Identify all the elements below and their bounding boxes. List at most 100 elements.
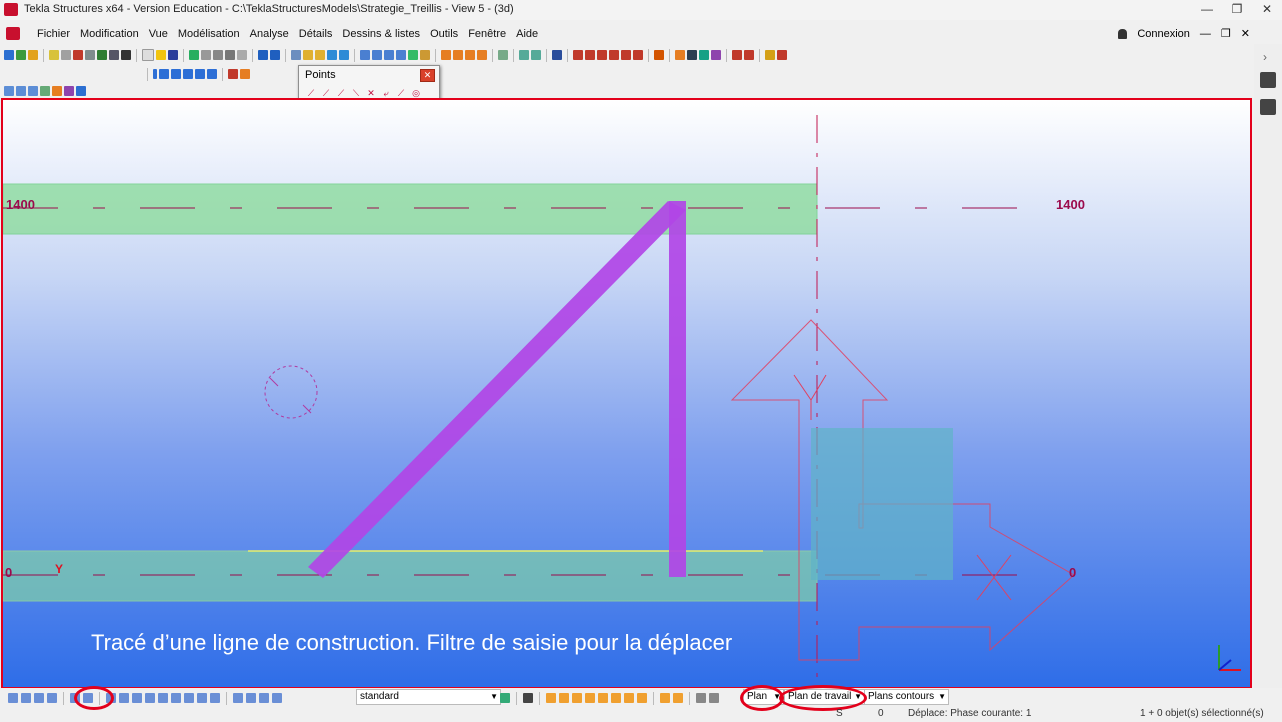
doc-close-button[interactable]: ✕ xyxy=(1241,27,1250,40)
model-view-3d[interactable]: 1400 1400 0 0 Y Tracé d’une ligne de con… xyxy=(1,98,1252,689)
lock-icon[interactable] xyxy=(765,50,775,60)
applications-icon[interactable] xyxy=(732,50,742,60)
curved-beam-icon[interactable] xyxy=(183,69,193,79)
catalog-icon[interactable] xyxy=(711,50,721,60)
drawing-icon[interactable] xyxy=(408,50,418,60)
share-icon[interactable] xyxy=(189,50,199,60)
mirror-icon[interactable] xyxy=(327,50,337,60)
dim2-icon[interactable] xyxy=(585,50,595,60)
model-canvas[interactable]: 1400 1400 0 0 Y Tracé d’une ligne de con… xyxy=(3,100,1250,687)
analysis-icon[interactable] xyxy=(498,50,508,60)
menu-fichier[interactable]: Fichier xyxy=(32,28,75,40)
ortho-icon[interactable] xyxy=(696,693,706,703)
polybeam-icon[interactable] xyxy=(171,69,181,79)
save-icon[interactable] xyxy=(168,50,178,60)
convert-icon[interactable] xyxy=(675,50,685,60)
snap-mid-icon[interactable] xyxy=(585,693,595,703)
select-parts-icon[interactable] xyxy=(16,86,26,96)
tekla-menu-icon[interactable] xyxy=(6,27,20,40)
select-bolts-icon[interactable] xyxy=(64,86,74,96)
bolt-steel-icon[interactable] xyxy=(228,69,238,79)
select-mode2-icon[interactable] xyxy=(21,693,31,703)
undo-icon[interactable] xyxy=(258,50,268,60)
menu-analyse[interactable]: Analyse xyxy=(245,28,294,40)
snap-icon[interactable] xyxy=(519,50,529,60)
inquire-icon[interactable] xyxy=(291,50,301,60)
select-views-icon[interactable] xyxy=(233,693,243,703)
applications-pane-icon[interactable] xyxy=(1260,99,1276,115)
menu-modelisation[interactable]: Modélisation xyxy=(173,28,245,40)
menu-vue[interactable]: Vue xyxy=(144,28,173,40)
numbering-icon[interactable] xyxy=(441,50,451,60)
select-assembly-icon[interactable] xyxy=(259,693,269,703)
connexion-link[interactable]: Connexion xyxy=(1137,28,1190,40)
shade-icon[interactable] xyxy=(225,50,235,60)
beam-tool-icon[interactable] xyxy=(61,50,71,60)
snap-perp-icon[interactable] xyxy=(611,693,621,703)
select-cuts2-icon[interactable] xyxy=(132,693,142,703)
menu-outils[interactable]: Outils xyxy=(425,28,463,40)
window-icon[interactable] xyxy=(360,50,370,60)
dim3-icon[interactable] xyxy=(597,50,607,60)
menu-details[interactable]: Détails xyxy=(294,28,338,40)
part-tool-icon[interactable] xyxy=(28,50,38,60)
select-gridlines-icon[interactable] xyxy=(210,693,220,703)
property-pane-icon[interactable] xyxy=(1260,72,1276,88)
snap-geom-icon[interactable] xyxy=(559,693,569,703)
twin-profile-icon[interactable] xyxy=(195,69,205,79)
menu-aide[interactable]: Aide xyxy=(511,28,543,40)
select-surface2-icon[interactable] xyxy=(119,693,129,703)
render-icon[interactable] xyxy=(213,50,223,60)
snap2-icon[interactable] xyxy=(531,50,541,60)
restore-button[interactable]: ❐ xyxy=(1228,2,1246,16)
select-cuts-icon[interactable] xyxy=(40,86,50,96)
doc-minimize-button[interactable]: — xyxy=(1200,28,1211,40)
sort-icon[interactable] xyxy=(777,50,787,60)
snap-free-icon[interactable] xyxy=(660,693,670,703)
point-tool-icon[interactable] xyxy=(16,50,26,60)
rotate-icon[interactable] xyxy=(339,50,349,60)
cast-unit-icon[interactable] xyxy=(477,50,487,60)
window3-icon[interactable] xyxy=(384,50,394,60)
wire-icon[interactable] xyxy=(237,50,247,60)
copy-icon[interactable] xyxy=(303,50,313,60)
points-panel-close-button[interactable]: ✕ xyxy=(420,69,435,82)
select-planes-icon[interactable] xyxy=(184,693,194,703)
explode-tool-icon[interactable] xyxy=(121,50,131,60)
bolt-tool-icon[interactable] xyxy=(85,50,95,60)
anchor-icon[interactable] xyxy=(240,69,250,79)
column-tool-icon[interactable] xyxy=(49,50,59,60)
component-tool-icon[interactable] xyxy=(109,50,119,60)
export-icon[interactable] xyxy=(687,50,697,60)
window4-icon[interactable] xyxy=(396,50,406,60)
snap-intersection-icon[interactable] xyxy=(598,693,608,703)
assembly-icon[interactable] xyxy=(465,50,475,60)
select-welds-icon[interactable] xyxy=(76,86,86,96)
beam-steel-icon[interactable] xyxy=(159,69,169,79)
select-objects-icon[interactable] xyxy=(246,693,256,703)
select-components-icon[interactable] xyxy=(52,86,62,96)
plate-tool-icon[interactable] xyxy=(73,50,83,60)
measure-icon[interactable] xyxy=(654,50,664,60)
import-icon[interactable] xyxy=(699,50,709,60)
select-points-icon[interactable] xyxy=(171,693,181,703)
filter-settings-icon[interactable] xyxy=(500,693,510,703)
menu-dessins-listes[interactable]: Dessins & listes xyxy=(337,28,425,40)
help-icon[interactable] xyxy=(552,50,562,60)
select-mode3-icon[interactable] xyxy=(34,693,44,703)
orthogonal-beam-icon[interactable] xyxy=(207,69,217,79)
selection-filter-combo[interactable]: standard ▼ xyxy=(356,689,501,705)
snap-center-icon[interactable] xyxy=(572,693,582,703)
report-icon[interactable] xyxy=(453,50,463,60)
window2-icon[interactable] xyxy=(372,50,382,60)
close-button[interactable]: ✕ xyxy=(1258,2,1276,16)
select-surface-icon[interactable] xyxy=(28,86,38,96)
smart-select-icon[interactable] xyxy=(709,693,719,703)
new-icon[interactable] xyxy=(142,49,154,61)
pointer-icon[interactable] xyxy=(523,693,533,703)
snap-ref-line-icon[interactable] xyxy=(546,693,556,703)
dim-icon[interactable] xyxy=(573,50,583,60)
select-mode-icon[interactable] xyxy=(8,693,18,703)
snap-extension-icon[interactable] xyxy=(673,693,683,703)
dim4-icon[interactable] xyxy=(609,50,619,60)
